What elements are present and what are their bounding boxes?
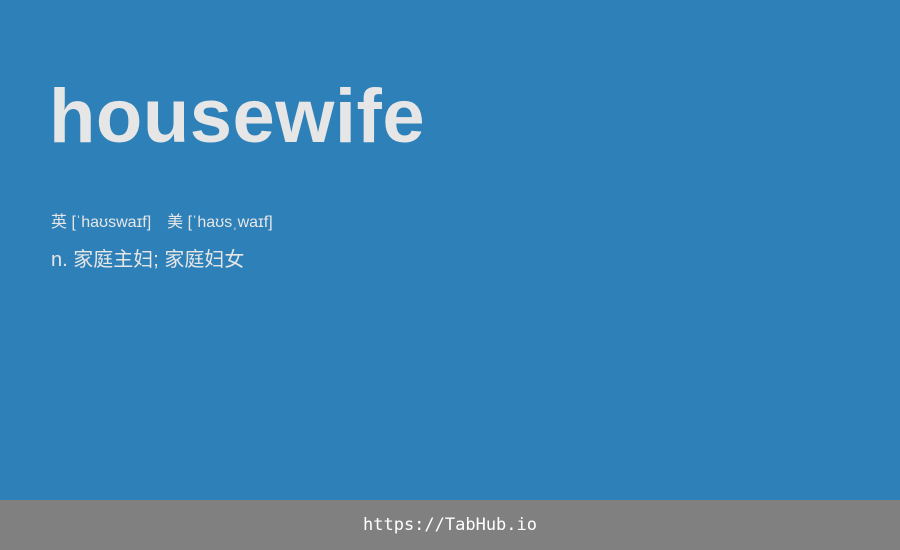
us-pronunciation: 美 [ˈhaʊsˌwaɪf]	[167, 214, 273, 231]
footer-bar: https://TabHub.io	[0, 500, 900, 550]
tabhub-link[interactable]: https://TabHub.io	[363, 515, 537, 535]
headword: housewife	[49, 74, 426, 159]
definition: n. 家庭主妇; 家庭妇女	[51, 249, 245, 271]
phonetics-line: 英 [ˈhaʊswaɪf] 美 [ˈhaʊsˌwaɪf]	[51, 212, 273, 234]
uk-pronunciation: 英 [ˈhaʊswaɪf]	[51, 214, 152, 231]
word-card: housewife 英 [ˈhaʊswaɪf] 美 [ˈhaʊsˌwaɪf] n.…	[0, 0, 900, 550]
